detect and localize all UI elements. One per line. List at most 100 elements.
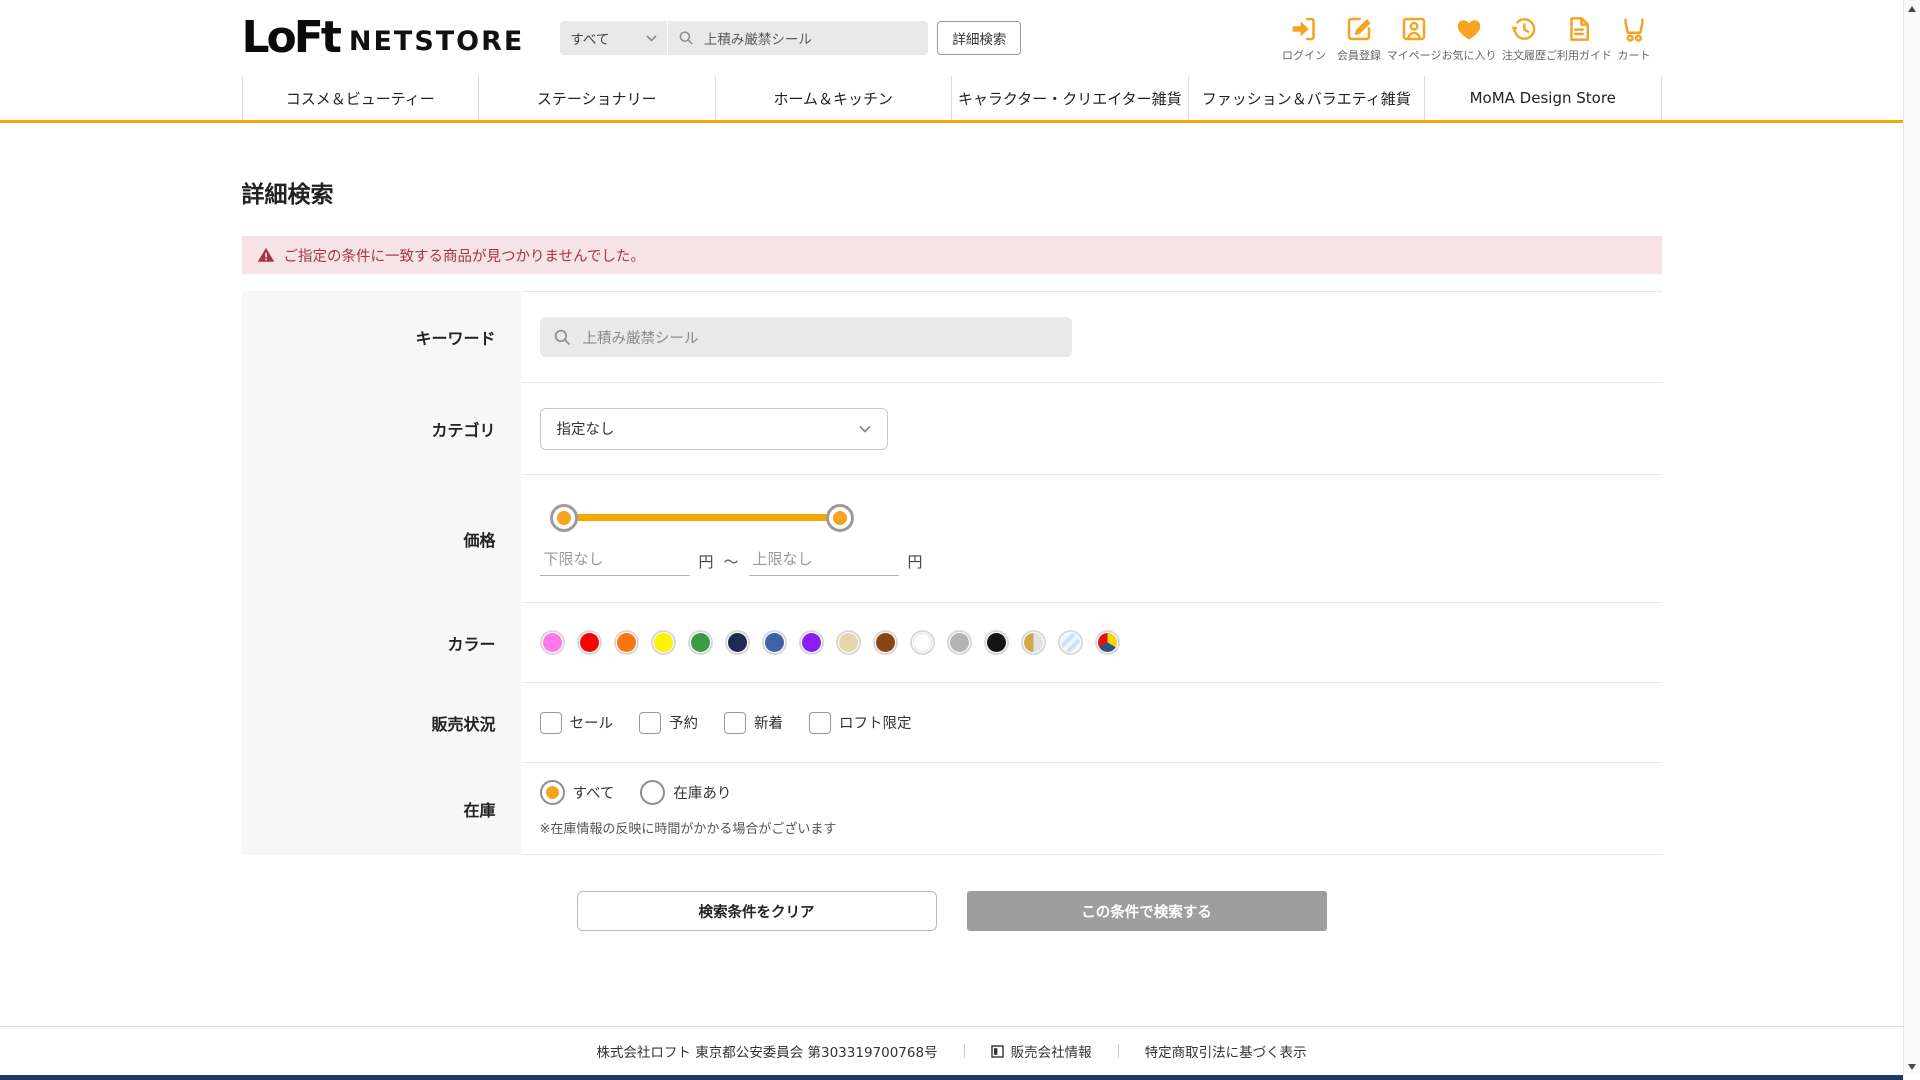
search-category-value: すべて bbox=[570, 32, 610, 48]
price-label: 価格 bbox=[241, 475, 522, 603]
header-search-input[interactable] bbox=[701, 29, 918, 47]
color-swatch-pink[interactable] bbox=[539, 630, 565, 655]
color-swatch-orange[interactable] bbox=[613, 630, 639, 655]
color-swatch-green[interactable] bbox=[687, 630, 713, 655]
slider-handle-max[interactable] bbox=[825, 503, 854, 532]
color-label: カラー bbox=[241, 603, 522, 683]
quick-link-cart[interactable]: カート bbox=[1607, 14, 1662, 63]
color-swatch-yellow[interactable] bbox=[650, 630, 676, 655]
status-label: 販売状況 bbox=[241, 683, 522, 763]
quick-links: ログイン 会員登録 マイページ お気に入り 注文履歴 ご利用ガイド カート bbox=[1277, 14, 1662, 63]
color-swatch-black[interactable] bbox=[983, 630, 1009, 655]
swatch-fill bbox=[579, 633, 599, 652]
color-swatch-brown[interactable] bbox=[872, 630, 898, 655]
error-message-text: ご指定の条件に一致する商品が見つかりませんでした。 bbox=[283, 248, 645, 265]
history-icon bbox=[1509, 14, 1539, 44]
checkbox-reserve[interactable] bbox=[639, 711, 661, 734]
status-option-loft-limited[interactable]: ロフト限定 bbox=[809, 711, 912, 734]
price-min-input[interactable] bbox=[539, 547, 690, 576]
color-swatch-gold-silver[interactable] bbox=[1020, 630, 1046, 655]
swatch-fill bbox=[1060, 633, 1080, 652]
swatch-fill bbox=[949, 633, 969, 652]
color-swatch-purple[interactable] bbox=[798, 630, 824, 655]
price-separator: ～ bbox=[723, 553, 739, 571]
quick-link-label: ご利用ガイド bbox=[1546, 48, 1612, 62]
warning-icon bbox=[257, 247, 274, 262]
quick-link-label: 注文履歴 bbox=[1502, 48, 1546, 62]
clear-conditions-button[interactable]: 検索条件をクリア bbox=[576, 891, 937, 931]
form-actions: 検索条件をクリア この条件で検索する bbox=[242, 891, 1662, 931]
nav-item-stationery[interactable]: ステーショナリー bbox=[478, 76, 715, 120]
quick-link-favorites[interactable]: お気に入り bbox=[1442, 14, 1497, 63]
checkbox-label: 予約 bbox=[669, 716, 698, 732]
keyword-input[interactable] bbox=[580, 328, 1058, 346]
color-swatch-navy[interactable] bbox=[724, 630, 750, 655]
radio-all[interactable] bbox=[539, 780, 565, 805]
swatch-fill bbox=[653, 633, 673, 652]
search-category-select[interactable]: すべて bbox=[560, 21, 669, 55]
search-icon bbox=[679, 31, 694, 45]
heart-icon bbox=[1454, 14, 1484, 44]
search-icon bbox=[554, 329, 570, 345]
nav-item-fashion-variety[interactable]: ファッション＆バラエティ雑貨 bbox=[1187, 76, 1425, 120]
stock-label: 在庫 bbox=[241, 763, 522, 855]
status-option-reserve[interactable]: 予約 bbox=[639, 711, 698, 734]
quick-link-label: カート bbox=[1617, 48, 1651, 62]
login-icon bbox=[1289, 14, 1319, 44]
nav-item-character-goods[interactable]: キャラクター・クリエイター雑貨 bbox=[951, 76, 1188, 120]
loft-logo[interactable]: LoFt NETSTORE bbox=[242, 16, 525, 60]
color-swatch-red[interactable] bbox=[576, 630, 602, 655]
site-header: LoFt NETSTORE すべて 詳細検索 ログイン会員登録マイページお気に入… bbox=[0, 0, 1903, 123]
scrollbar-down-button[interactable] bbox=[1904, 1058, 1920, 1075]
nav-item-home-kitchen[interactable]: ホーム＆キッチン bbox=[714, 76, 952, 120]
scrollbar-up-button[interactable] bbox=[1904, 0, 1920, 17]
advanced-search-button[interactable]: 詳細検索 bbox=[937, 21, 1022, 55]
checkbox-new[interactable] bbox=[724, 711, 746, 734]
slider-track[interactable] bbox=[561, 514, 842, 521]
swatch-fill bbox=[764, 633, 784, 652]
swatch-fill bbox=[1097, 633, 1117, 652]
search-input-area bbox=[668, 21, 928, 55]
color-swatch-clear[interactable] bbox=[1057, 630, 1083, 655]
footer-link-label: 特定商取引法に基づく表示 bbox=[1144, 1045, 1307, 1061]
header-search-box: すべて bbox=[560, 21, 929, 55]
color-swatch-white[interactable] bbox=[909, 630, 935, 655]
checkbox-loft-limited[interactable] bbox=[809, 711, 831, 734]
bottom-bar bbox=[0, 1075, 1903, 1080]
search-form: キーワード カテゴリ 指定なし bbox=[241, 291, 1662, 855]
quick-link-login[interactable]: ログイン bbox=[1277, 14, 1332, 63]
color-swatch-multicolor[interactable] bbox=[1094, 630, 1120, 655]
nav-item-moma[interactable]: MoMA Design Store bbox=[1424, 76, 1662, 120]
radio-in-stock[interactable] bbox=[640, 780, 666, 805]
stock-option-in-stock[interactable]: 在庫あり bbox=[640, 780, 731, 805]
checkbox-sale[interactable] bbox=[539, 711, 562, 734]
quick-link-label: 会員登録 bbox=[1337, 48, 1381, 62]
quick-link-order-history[interactable]: 注文履歴 bbox=[1497, 14, 1552, 63]
status-checkboxes: セール 予約 新着 ロフト限定 bbox=[539, 711, 1662, 734]
status-option-sale[interactable]: セール bbox=[539, 711, 613, 734]
category-select[interactable]: 指定なし bbox=[539, 407, 888, 450]
price-inputs: 円 ～ 円 bbox=[539, 547, 1662, 576]
swatch-fill bbox=[616, 633, 636, 652]
slider-handle-min[interactable] bbox=[549, 503, 578, 532]
vertical-scrollbar[interactable] bbox=[1903, 0, 1920, 1075]
search-submit-button[interactable]: この条件で検索する bbox=[966, 891, 1327, 931]
category-selected-value: 指定なし bbox=[556, 422, 615, 438]
quick-link-guide[interactable]: ご利用ガイド bbox=[1546, 14, 1612, 63]
scroll-up-icon bbox=[1908, 5, 1916, 12]
status-option-new[interactable]: 新着 bbox=[724, 711, 783, 734]
nav-item-cosmetics[interactable]: コスメ＆ビューティー bbox=[241, 76, 479, 120]
quick-link-mypage[interactable]: マイページ bbox=[1387, 14, 1442, 63]
price-max-input[interactable] bbox=[748, 547, 899, 576]
color-swatch-beige[interactable] bbox=[835, 630, 861, 655]
quick-link-register[interactable]: 会員登録 bbox=[1332, 14, 1387, 63]
error-message-bar: ご指定の条件に一致する商品が見つかりませんでした。 bbox=[241, 236, 1662, 274]
main-nav: コスメ＆ビューティー ステーショナリー ホーム＆キッチン キャラクター・クリエイター雑… bbox=[0, 76, 1903, 123]
footer-link-commercial-law[interactable]: 特定商取引法に基づく表示 bbox=[1145, 1041, 1307, 1061]
color-swatch-gray[interactable] bbox=[946, 630, 972, 655]
swatch-fill bbox=[690, 633, 710, 652]
footer-company-text: 株式会社ロフト 東京都公安委員会 第303319700768号 bbox=[596, 1045, 938, 1061]
color-swatch-blue[interactable] bbox=[761, 630, 787, 655]
stock-option-all[interactable]: すべて bbox=[539, 780, 614, 805]
footer-link-seller-info[interactable]: 販売会社情報 bbox=[990, 1041, 1092, 1061]
